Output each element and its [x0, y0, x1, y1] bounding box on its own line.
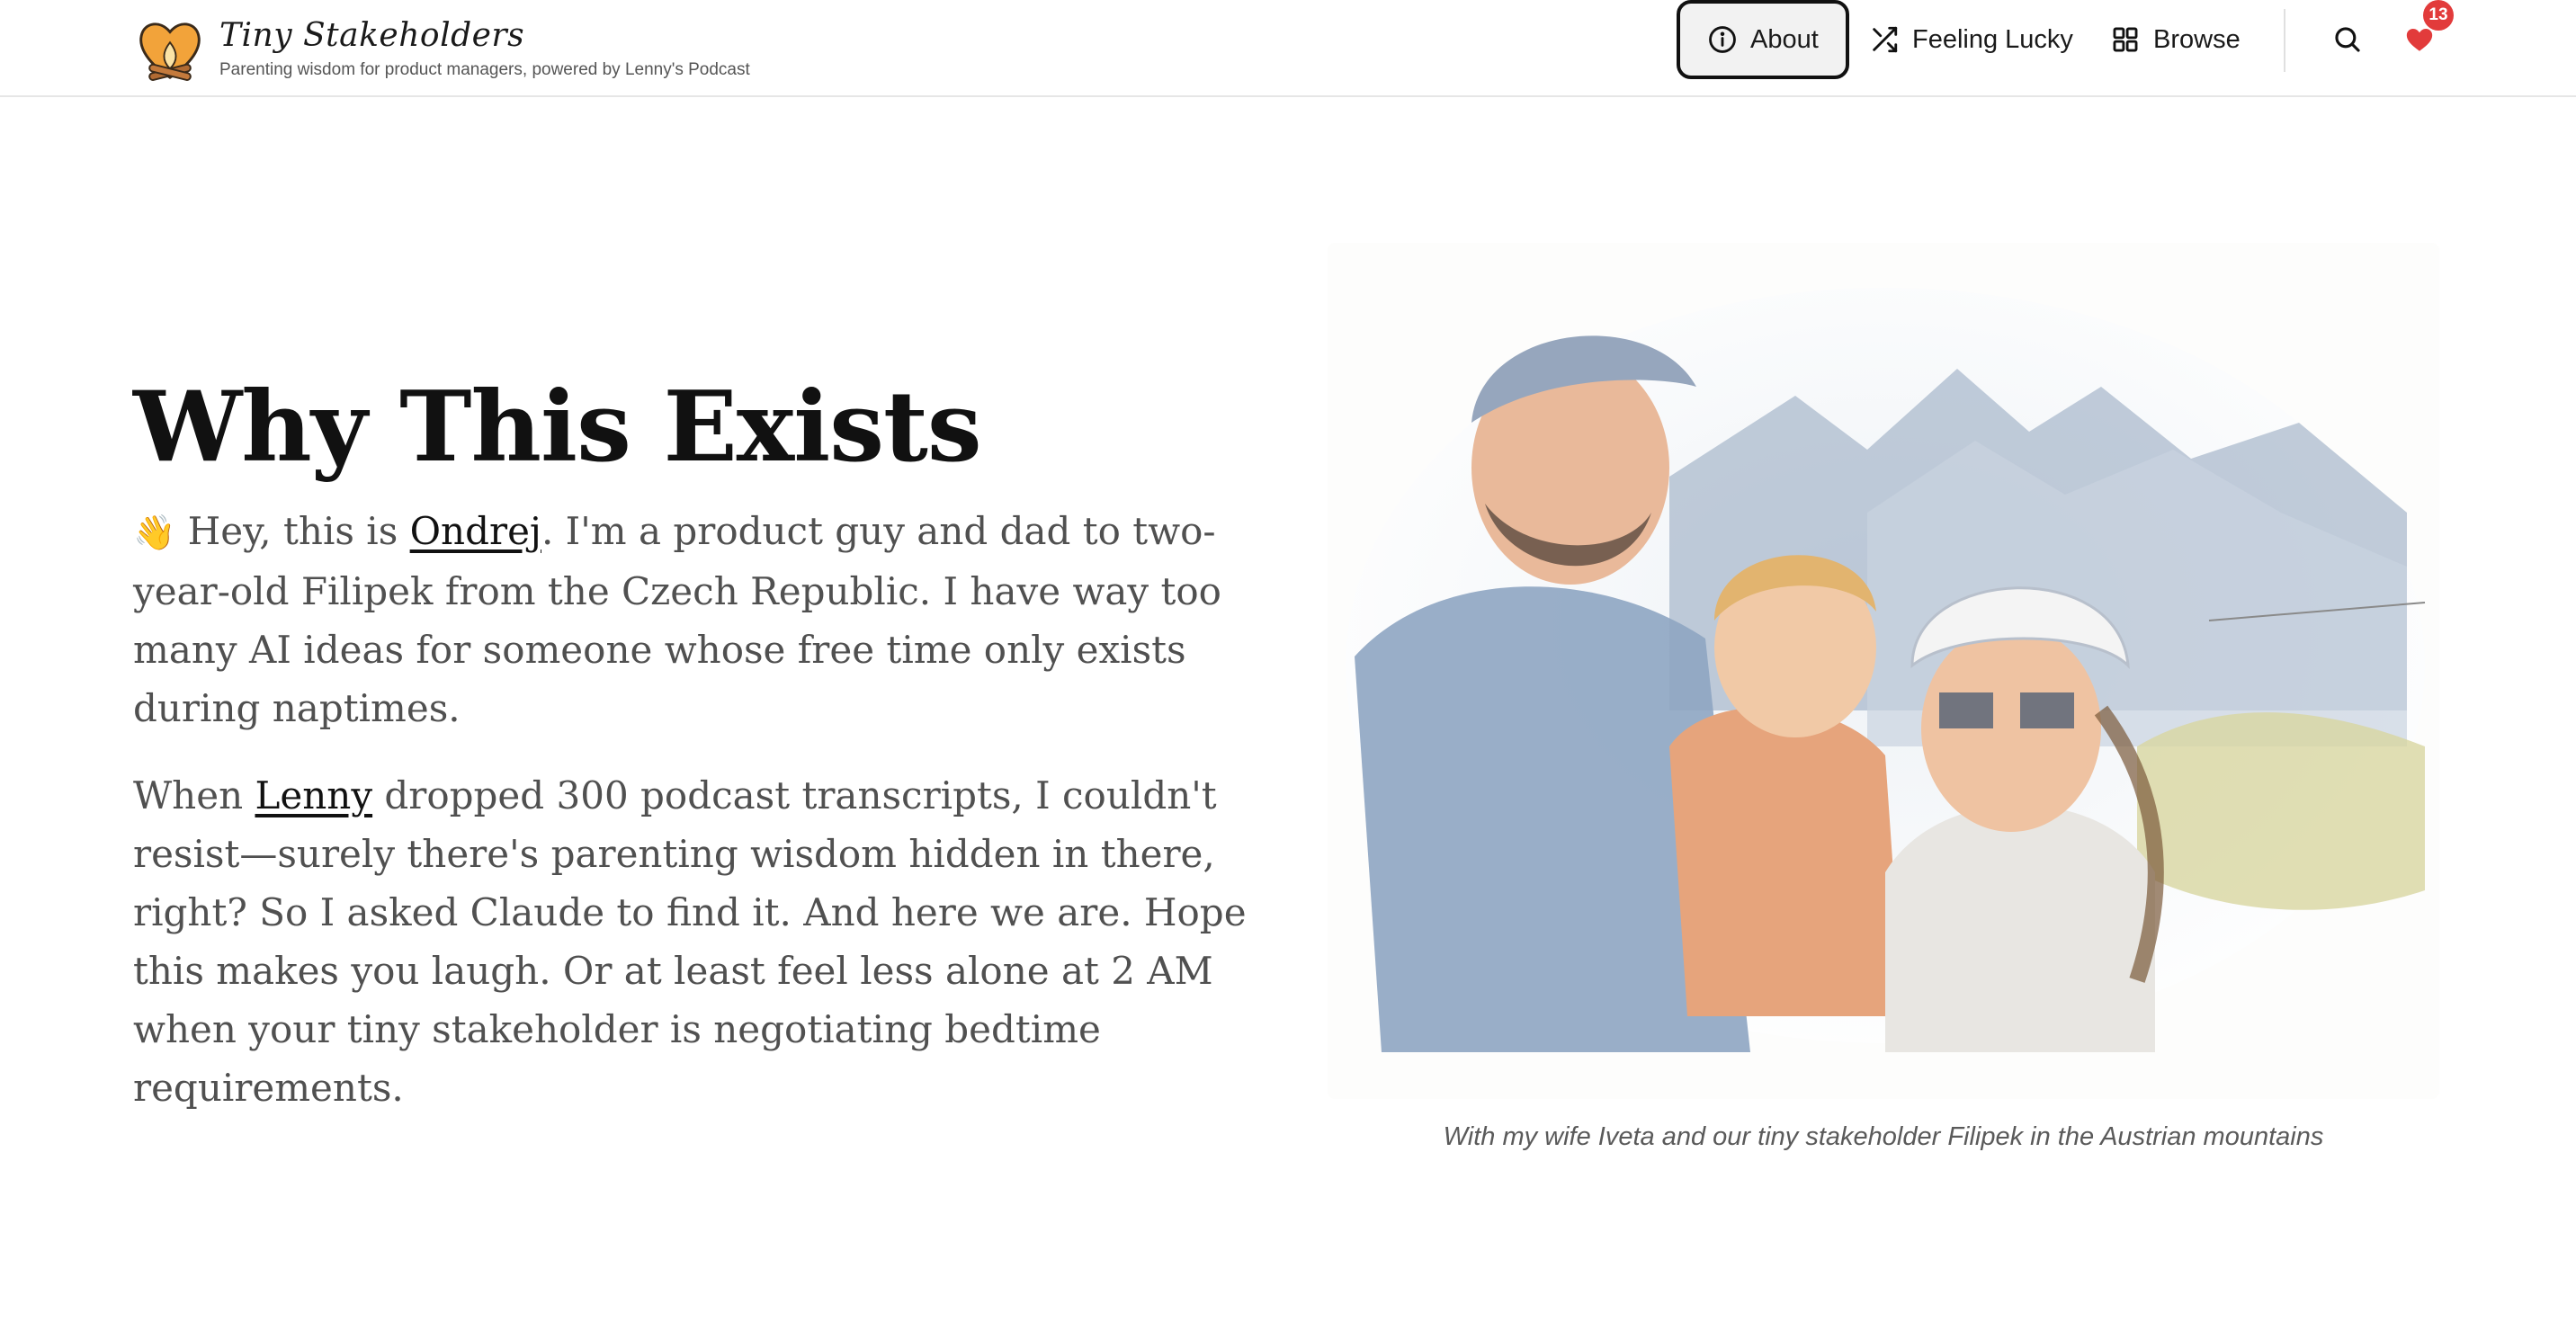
grid-icon — [2113, 27, 2138, 52]
intro-paragraph: 👋 Hey, this is Ondrej. I'm a product guy… — [133, 502, 1248, 737]
photo-section: With my wife Iveta and our tiny stakehol… — [1328, 243, 2439, 1152]
favorites-count-badge: 13 — [2423, 0, 2454, 31]
lenny-link[interactable]: Lenny — [255, 773, 372, 817]
about-button[interactable]: About — [1677, 0, 1849, 79]
feeling-lucky-label: Feeling Lucky — [1912, 24, 2073, 54]
shuffle-icon — [1873, 26, 1898, 53]
site-header: Tiny Stakeholders Parenting wisdom for p… — [0, 0, 2576, 97]
brand-tagline: Parenting wisdom for product managers, p… — [219, 60, 750, 79]
favorites-button[interactable]: 13 — [2393, 0, 2454, 79]
search-button[interactable] — [2321, 0, 2375, 79]
brand-title: Tiny Stakeholders — [219, 17, 525, 54]
search-icon — [2335, 27, 2360, 52]
intro-section: Why This Exists 👋 Hey, this is Ondrej. I… — [133, 360, 1248, 1117]
heart-campfire-icon — [139, 22, 201, 81]
page-title: Why This Exists — [133, 371, 982, 484]
p1-text-a: Hey, this is — [175, 509, 410, 553]
about-label: About — [1750, 24, 1819, 54]
photo-caption: With my wife Iveta and our tiny stakehol… — [1443, 1122, 2324, 1151]
brand[interactable]: Tiny Stakeholders Parenting wisdom for p… — [135, 9, 750, 90]
waving-hand-icon: 👋 — [133, 513, 176, 552]
ondrej-link[interactable]: Ondrej — [410, 509, 541, 553]
p2-text-b: dropped 300 podcast transcripts, I could… — [133, 773, 1247, 1110]
family-watercolor-image — [1328, 243, 2439, 1099]
browse-button[interactable]: Browse — [2096, 0, 2258, 79]
browse-label: Browse — [2153, 24, 2241, 54]
p2-text-a: When — [133, 773, 255, 817]
heart-icon — [2406, 28, 2433, 51]
nav-divider — [2284, 9, 2285, 72]
story-paragraph: When Lenny dropped 300 podcast transcrip… — [133, 766, 1248, 1117]
info-icon — [1709, 26, 1736, 53]
feeling-lucky-button[interactable]: Feeling Lucky — [1855, 0, 2080, 79]
